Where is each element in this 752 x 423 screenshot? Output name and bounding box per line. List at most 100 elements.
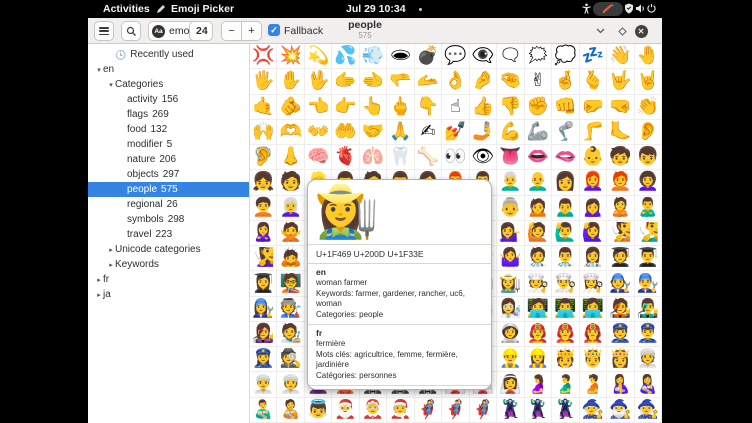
emoji-cell[interactable]: 🧒 xyxy=(607,145,634,170)
emoji-cell[interactable]: 👩‍🌾 xyxy=(497,271,524,296)
emoji-cell[interactable]: 🕵 xyxy=(277,347,304,372)
emoji-cell[interactable]: 👌 xyxy=(442,69,469,94)
emoji-cell[interactable]: 🫀 xyxy=(332,145,359,170)
sidebar-item-modifier[interactable]: modifier5 xyxy=(88,137,250,152)
emoji-cell[interactable]: 🧙‍♀️ xyxy=(635,398,662,423)
emoji-cell[interactable]: 👇 xyxy=(415,95,442,120)
emoji-cell[interactable]: 🗨 xyxy=(497,44,524,69)
emoji-cell[interactable]: 🦹 xyxy=(497,398,524,423)
emoji-cell[interactable]: 🤶 xyxy=(360,398,387,423)
emoji-cell[interactable]: 🤏 xyxy=(497,69,524,94)
emoji-cell[interactable]: 🧑‍🏭 xyxy=(277,297,304,322)
emoji-cell[interactable]: 🙅 xyxy=(277,221,304,246)
emoji-cell[interactable]: 👩‍💻 xyxy=(580,297,607,322)
emoji-cell[interactable]: 🧑‍🎄 xyxy=(387,398,414,423)
emoji-cell[interactable]: 👨‍🔧 xyxy=(635,271,662,296)
volume-icon[interactable] xyxy=(635,3,646,14)
emoji-cell[interactable]: 🧏 xyxy=(607,221,634,246)
emoji-cell[interactable]: 👷‍♀️ xyxy=(525,347,552,372)
emoji-cell[interactable]: 🤚 xyxy=(635,44,662,69)
emoji-cell[interactable]: 💅 xyxy=(442,120,469,145)
emoji-cell[interactable]: 🦷 xyxy=(387,145,414,170)
emoji-cell[interactable]: 🙍‍♀️ xyxy=(580,196,607,221)
decrease-size-button[interactable]: − xyxy=(221,21,242,41)
emoji-cell[interactable]: 👩‍🍼 xyxy=(635,372,662,397)
emoji-cell[interactable]: 🦸 xyxy=(415,398,442,423)
emoji-cell[interactable]: 👅 xyxy=(497,145,524,170)
emoji-cell[interactable]: ✌ xyxy=(525,69,552,94)
emoji-cell[interactable]: 🕳 xyxy=(387,44,414,69)
emoji-cell[interactable]: 🫳 xyxy=(387,69,414,94)
emoji-cell[interactable]: 👩‍🦰 xyxy=(580,170,607,195)
emoji-cell[interactable]: 🦸‍♂️ xyxy=(442,398,469,423)
emoji-cell[interactable]: 💤 xyxy=(580,44,607,69)
emoji-cell[interactable]: 🙇 xyxy=(277,246,304,271)
emoji-cell[interactable]: 👩‍🎤 xyxy=(250,322,277,347)
emoji-cell[interactable]: 👁 xyxy=(470,145,497,170)
emoji-cell[interactable]: 👊 xyxy=(552,95,579,120)
emoji-cell[interactable]: 👧 xyxy=(250,170,277,195)
focused-app-menu[interactable]: Emoji Picker xyxy=(156,0,234,18)
emoji-cell[interactable]: 👩 xyxy=(552,170,579,195)
emoji-cell[interactable]: 🫁 xyxy=(360,145,387,170)
emoji-cell[interactable]: 🙍‍♂️ xyxy=(552,196,579,221)
emoji-cell[interactable]: 💨 xyxy=(360,44,387,69)
emoji-cell[interactable]: 🙍 xyxy=(525,196,552,221)
emoji-cell[interactable]: 🫃 xyxy=(552,372,579,397)
emoji-cell[interactable]: 👃 xyxy=(277,145,304,170)
sidebar-item-regional[interactable]: regional26 xyxy=(88,197,250,212)
emoji-cell[interactable]: 👀 xyxy=(442,145,469,170)
emoji-cell[interactable]: 🦹‍♀️ xyxy=(552,398,579,423)
emoji-cell[interactable]: 👍 xyxy=(470,95,497,120)
emoji-cell[interactable]: 💬 xyxy=(442,44,469,69)
emoji-cell[interactable]: 💥 xyxy=(277,44,304,69)
emoji-cell[interactable]: 🫵 xyxy=(277,95,304,120)
emoji-cell[interactable]: 👩‍🦳 xyxy=(277,196,304,221)
minimize-button[interactable] xyxy=(590,21,610,41)
emoji-cell[interactable]: 💦 xyxy=(332,44,359,69)
emoji-cell[interactable]: 👮 xyxy=(607,322,634,347)
emoji-cell[interactable]: 🫱 xyxy=(332,69,359,94)
sidebar-item-symbols[interactable]: symbols298 xyxy=(88,212,250,227)
emoji-cell[interactable]: 👷‍♂️ xyxy=(497,347,524,372)
emoji-cell[interactable]: 👁️‍🗨️ xyxy=(470,44,497,69)
sidebar-item-fr[interactable]: ▸fr xyxy=(88,272,250,287)
emoji-cell[interactable]: 🤟 xyxy=(607,69,634,94)
emoji-cell[interactable]: 👮‍♂️ xyxy=(635,322,662,347)
expander-closed-icon[interactable]: ▸ xyxy=(107,261,115,269)
font-size-field[interactable]: 24 xyxy=(189,21,213,41)
emoji-cell[interactable]: 👨‍🍼 xyxy=(250,398,277,423)
emoji-cell[interactable]: 🤛 xyxy=(580,95,607,120)
emoji-cell[interactable]: 🧠 xyxy=(305,145,332,170)
emoji-cell[interactable]: 🦹‍♂️ xyxy=(525,398,552,423)
emoji-cell[interactable]: 💁‍♀️ xyxy=(497,221,524,246)
emoji-cell[interactable]: 🫶 xyxy=(277,120,304,145)
emoji-cell[interactable]: 👮‍♀️ xyxy=(250,347,277,372)
emoji-cell[interactable]: 👨‍🍳 xyxy=(552,271,579,296)
sidebar-item-nature[interactable]: nature206 xyxy=(88,152,250,167)
emoji-cell[interactable]: ✍ xyxy=(415,120,442,145)
emoji-cell[interactable]: 🎅 xyxy=(332,398,359,423)
emoji-cell[interactable]: 👆 xyxy=(360,95,387,120)
emoji-cell[interactable]: 🫅 xyxy=(552,347,579,372)
expander-closed-icon[interactable]: ▸ xyxy=(95,276,103,284)
emoji-cell[interactable]: 🦿 xyxy=(552,120,579,145)
emoji-cell[interactable]: 🗯 xyxy=(525,44,552,69)
emoji-cell[interactable]: 🫰 xyxy=(580,69,607,94)
emoji-cell[interactable]: 🤰 xyxy=(525,372,552,397)
emoji-cell[interactable]: 🧑‍🦱 xyxy=(250,196,277,221)
emoji-cell[interactable]: 🙋 xyxy=(525,221,552,246)
emoji-cell[interactable]: 👨‍🦲 xyxy=(525,170,552,195)
emoji-cell[interactable]: 👦 xyxy=(635,145,662,170)
emoji-cell[interactable]: 🧑‍🎤 xyxy=(607,297,634,322)
emoji-cell[interactable]: 🤱 xyxy=(607,372,634,397)
emoji-cell[interactable]: 👳‍♀️ xyxy=(277,372,304,397)
emoji-cell[interactable]: 💪 xyxy=(497,120,524,145)
emoji-cell[interactable]: 🧑‍🎨 xyxy=(277,322,304,347)
emoji-cell[interactable]: 🧑‍🏫 xyxy=(277,271,304,296)
emoji-cell[interactable]: 🧏‍♀️ xyxy=(250,246,277,271)
sidebar-item-people[interactable]: people575 xyxy=(88,182,250,197)
emoji-cell[interactable]: 👨‍🚒 xyxy=(552,322,579,347)
emoji-cell[interactable]: 🤜 xyxy=(607,95,634,120)
emoji-cell[interactable]: 👸 xyxy=(607,347,634,372)
